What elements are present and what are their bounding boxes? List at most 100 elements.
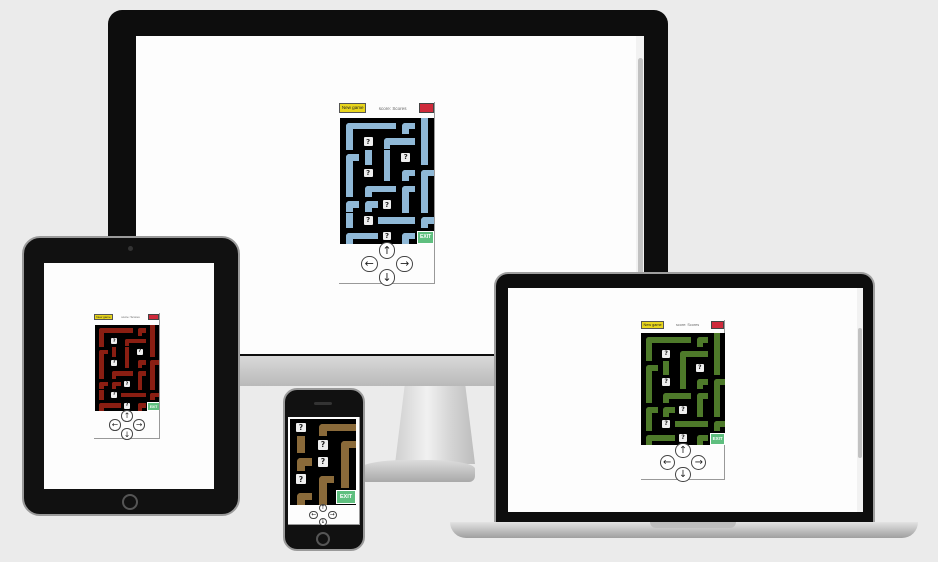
pipe-segment: [691, 351, 709, 357]
pipe-segment: [402, 232, 416, 240]
pipe-segment: [137, 328, 147, 333]
question-tile[interactable]: ?: [363, 216, 373, 225]
question-tile[interactable]: ?: [695, 364, 704, 372]
pipe-segment: [346, 232, 359, 240]
arrow-down-button[interactable]: ↓: [378, 269, 396, 286]
tablet-home-button[interactable]: [122, 494, 138, 510]
exit-tile[interactable]: EXIT: [147, 401, 159, 411]
pipe-segment: [646, 389, 653, 403]
monitor-base: [360, 460, 475, 482]
quit-button[interactable]: [418, 103, 434, 113]
pipe-segment: [421, 196, 428, 213]
pipe-segment: [120, 371, 134, 376]
question-tile[interactable]: ?: [296, 422, 306, 433]
question-tile[interactable]: ?: [124, 402, 130, 409]
arrow-left-button[interactable]: ←: [109, 419, 121, 431]
pipe-segment: [99, 381, 108, 387]
question-tile[interactable]: ?: [111, 391, 118, 398]
arrow-right-button[interactable]: →: [691, 454, 707, 471]
arrow-down-button[interactable]: ↓: [121, 428, 133, 440]
arrow-up-button[interactable]: ↑: [378, 242, 396, 259]
pipe-segment: [696, 403, 703, 417]
pipe-segment: [396, 217, 416, 224]
question-tile[interactable]: ?: [662, 350, 671, 358]
new-game-button[interactable]: New game: [641, 320, 665, 330]
score-text: score: Scores: [378, 105, 407, 111]
question-tile[interactable]: ?: [662, 420, 671, 428]
pipe-segment: [111, 346, 117, 358]
pipe-segment: [646, 375, 653, 389]
new-game-button[interactable]: New game: [94, 313, 113, 321]
question-tile[interactable]: ?: [679, 406, 687, 414]
question-tile[interactable]: ?: [111, 359, 118, 366]
scrollbar-thumb[interactable]: [858, 328, 862, 458]
game-topbar: New game score: Scores: [94, 313, 159, 321]
pipe-segment: [150, 378, 155, 390]
scrollbar-track[interactable]: [857, 288, 863, 512]
pipe-segment: [663, 407, 675, 413]
arrow-left-button[interactable]: ←: [659, 454, 675, 471]
question-tile[interactable]: ?: [662, 378, 671, 386]
phone-speaker: [314, 402, 332, 405]
game-topbar: New game score: Scores: [339, 102, 434, 114]
exit-tile[interactable]: EXIT: [709, 433, 725, 445]
scrollbar-thumb[interactable]: [638, 58, 643, 288]
pipe-segment: [120, 328, 134, 333]
new-game-button[interactable]: New game: [339, 103, 367, 113]
arrow-up-button[interactable]: ↑: [318, 503, 328, 513]
arrow-down-button[interactable]: ↓: [318, 517, 328, 525]
question-tile[interactable]: ?: [679, 434, 687, 442]
maze-board: ???? EXIT: [290, 419, 356, 505]
pipe-segment: [674, 393, 692, 399]
exit-tile[interactable]: EXIT: [336, 490, 356, 505]
arrow-right-button[interactable]: →: [327, 510, 337, 520]
arrow-right-button[interactable]: →: [133, 419, 145, 431]
pipe-segment: [696, 337, 709, 343]
pipe-segment: [680, 351, 692, 357]
phone-home-button[interactable]: [316, 532, 330, 546]
question-tile[interactable]: ?: [111, 338, 118, 345]
pipe-segment: [663, 361, 670, 375]
pipe-segment: [364, 149, 372, 166]
pipe-segment: [402, 185, 416, 193]
laptop-screen: New game score: Scores?????? EXIT ↑ ← → ↓: [508, 288, 863, 512]
arrow-left-button[interactable]: ←: [360, 255, 378, 273]
question-tile[interactable]: ?: [136, 348, 143, 355]
arrow-up-button[interactable]: ↑: [675, 442, 691, 458]
pipe-segment: [99, 403, 108, 408]
pipe-segment: [99, 328, 108, 333]
pipe-segment: [107, 328, 121, 333]
question-tile[interactable]: ?: [382, 231, 392, 241]
arrow-down-button[interactable]: ↓: [675, 467, 691, 483]
phone-screen: ???? EXIT ↑ ← → ↓: [288, 417, 360, 525]
pipe-segment: [696, 393, 709, 399]
question-tile[interactable]: ?: [124, 381, 130, 388]
game-container-desktop: New game score: Scores?????? EXIT ↑ ← → ↓: [339, 102, 435, 286]
pipe-segment: [150, 325, 155, 336]
exit-tile[interactable]: EXIT: [417, 230, 434, 244]
quit-button[interactable]: [148, 313, 159, 321]
pipe-segment: [346, 181, 353, 197]
pipe-segment: [646, 407, 658, 413]
pipe-segment: [297, 458, 312, 466]
question-tile[interactable]: ?: [401, 153, 411, 162]
pipe-segment: [713, 379, 725, 385]
pipe-segment: [346, 133, 353, 150]
pipe-segment: [346, 122, 359, 130]
score-text: score: Scores: [675, 323, 700, 327]
question-tile[interactable]: ?: [363, 137, 373, 146]
question-tile[interactable]: ?: [318, 457, 328, 467]
arrow-up-button[interactable]: ↑: [121, 410, 133, 422]
pipe-segment: [402, 122, 416, 130]
tablet-screen: New game score: Scores?????? EXIT ↑ ← → ↓: [44, 263, 214, 489]
quit-button[interactable]: [711, 321, 724, 329]
pipe-segment: [421, 169, 434, 177]
pipe-segment: [713, 389, 720, 403]
question-tile[interactable]: ?: [296, 474, 306, 484]
pipe-segment: [646, 435, 658, 441]
arrow-left-button[interactable]: ←: [309, 510, 319, 520]
question-tile[interactable]: ?: [382, 200, 392, 209]
question-tile[interactable]: ?: [318, 440, 328, 450]
arrow-right-button[interactable]: →: [396, 255, 414, 273]
question-tile[interactable]: ?: [363, 168, 373, 178]
